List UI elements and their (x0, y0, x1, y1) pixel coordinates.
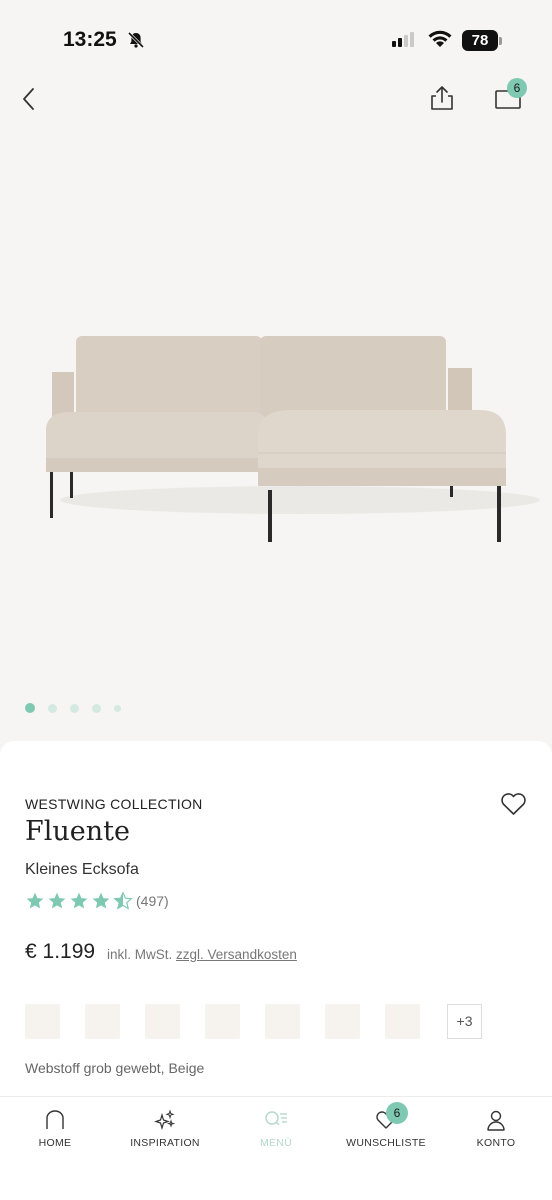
product-details-card (0, 741, 552, 1101)
status-bar: 13:25 78 (0, 0, 552, 80)
star-icon (48, 892, 66, 909)
tax-note: inkl. MwSt. zzgl. Versandkosten (107, 947, 297, 962)
menu-search-icon (265, 1111, 287, 1126)
product-brand[interactable]: WESTWING COLLECTION (25, 796, 203, 812)
battery-tip (499, 37, 502, 45)
nav-menu-label: MENÜ (259, 1137, 293, 1149)
nav-home[interactable]: HOME (0, 1109, 110, 1149)
image-carousel-dots[interactable] (25, 703, 121, 713)
color-swatch[interactable] (85, 1004, 120, 1039)
star-icon (70, 892, 88, 909)
cell-signal-icon (392, 32, 414, 47)
star-icon (92, 892, 110, 909)
nav-wishlist-label: WUNSCHLISTE (346, 1137, 426, 1149)
carousel-dot (70, 703, 79, 713)
share-icon[interactable] (428, 84, 456, 112)
back-chevron-icon[interactable] (18, 86, 40, 112)
bell-muted-icon (127, 31, 145, 49)
product-name: Fluente (25, 816, 130, 847)
shipping-costs-link[interactable]: zzgl. Versandkosten (176, 947, 297, 962)
home-icon (46, 1110, 64, 1129)
product-subtitle: Kleines Ecksofa (25, 861, 139, 878)
sparkles-icon (154, 1109, 176, 1131)
rating-count: (497) (136, 893, 169, 909)
user-icon (487, 1110, 505, 1131)
carousel-dot (48, 703, 57, 713)
nav-account-label: KONTO (476, 1137, 516, 1149)
product-image-sofa[interactable] (0, 290, 552, 570)
battery-level: 78 (462, 30, 498, 51)
wishlist-count-badge: 6 (386, 1102, 408, 1124)
star-icon (26, 892, 44, 909)
color-swatch[interactable] (385, 1004, 420, 1039)
status-time: 13:25 (63, 28, 117, 51)
color-swatch[interactable] (265, 1004, 300, 1039)
nav-inspiration-label: INSPIRATION (130, 1137, 200, 1149)
star-half-icon (113, 891, 133, 910)
bottom-navigation: HOME INSPIRATION MENÜ WUNSCHLISTE KONTO (0, 1096, 552, 1200)
wifi-icon (428, 30, 452, 47)
nav-menu[interactable]: MENÜ (221, 1109, 331, 1149)
nav-account[interactable]: KONTO (441, 1109, 551, 1149)
color-swatch[interactable] (25, 1004, 60, 1039)
more-swatches-button[interactable]: +3 (447, 1004, 482, 1039)
product-price: € 1.199 (25, 940, 96, 963)
nav-home-label: HOME (38, 1137, 72, 1149)
tax-note-text: inkl. MwSt. (107, 947, 173, 962)
cart-count-badge: 6 (507, 78, 527, 98)
carousel-dot (92, 703, 101, 713)
color-swatch[interactable] (205, 1004, 240, 1039)
color-swatches (25, 1004, 420, 1039)
color-swatch[interactable] (325, 1004, 360, 1039)
fabric-description: Webstoff grob gewebt, Beige (25, 1060, 205, 1076)
nav-inspiration[interactable]: INSPIRATION (110, 1109, 220, 1149)
carousel-dot (25, 703, 35, 713)
carousel-dot (114, 704, 121, 712)
wishlist-heart-icon[interactable] (500, 792, 527, 816)
product-rating[interactable]: (497) (25, 891, 169, 911)
color-swatch[interactable] (145, 1004, 180, 1039)
